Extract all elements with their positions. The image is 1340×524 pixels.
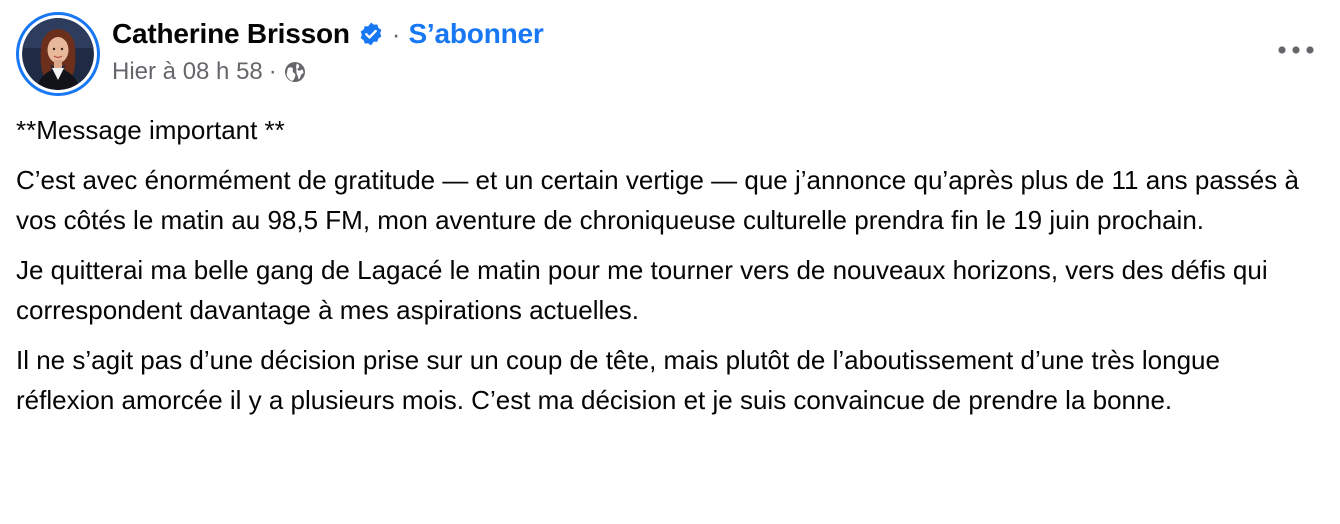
post-body: **Message important ** C’est avec énormé… bbox=[16, 110, 1316, 430]
post-paragraph-2: C’est avec énormément de gratitude — et … bbox=[16, 165, 1299, 235]
post-timestamp[interactable]: Hier à 08 h 58 bbox=[112, 58, 263, 86]
name-row: Catherine Brisson · S’abonner bbox=[112, 14, 544, 54]
separator-dot: · bbox=[268, 58, 277, 85]
facebook-post: Catherine Brisson · S’abonner Hier à 08 … bbox=[0, 0, 1340, 524]
globe-icon[interactable] bbox=[283, 60, 307, 84]
post-paragraph-3: Je quitterai ma belle gang de Lagacé le … bbox=[16, 255, 1268, 325]
verified-badge-icon bbox=[360, 22, 382, 46]
post-meta: Catherine Brisson · S’abonner Hier à 08 … bbox=[112, 12, 544, 90]
follow-button[interactable]: S’abonner bbox=[408, 18, 543, 50]
more-options-button[interactable] bbox=[1274, 36, 1318, 64]
post-paragraph-4: Il ne s’agit pas d’une décision prise su… bbox=[16, 345, 1220, 415]
separator-dot: · bbox=[391, 18, 401, 49]
timestamp-row: Hier à 08 h 58 · bbox=[112, 54, 544, 90]
avatar[interactable] bbox=[22, 18, 94, 90]
author-name[interactable]: Catherine Brisson bbox=[112, 18, 350, 50]
post-paragraph-1: **Message important ** bbox=[16, 115, 285, 145]
post-header: Catherine Brisson · S’abonner Hier à 08 … bbox=[16, 12, 544, 96]
avatar-story-ring[interactable] bbox=[16, 12, 100, 96]
more-options-icon bbox=[1278, 46, 1314, 54]
